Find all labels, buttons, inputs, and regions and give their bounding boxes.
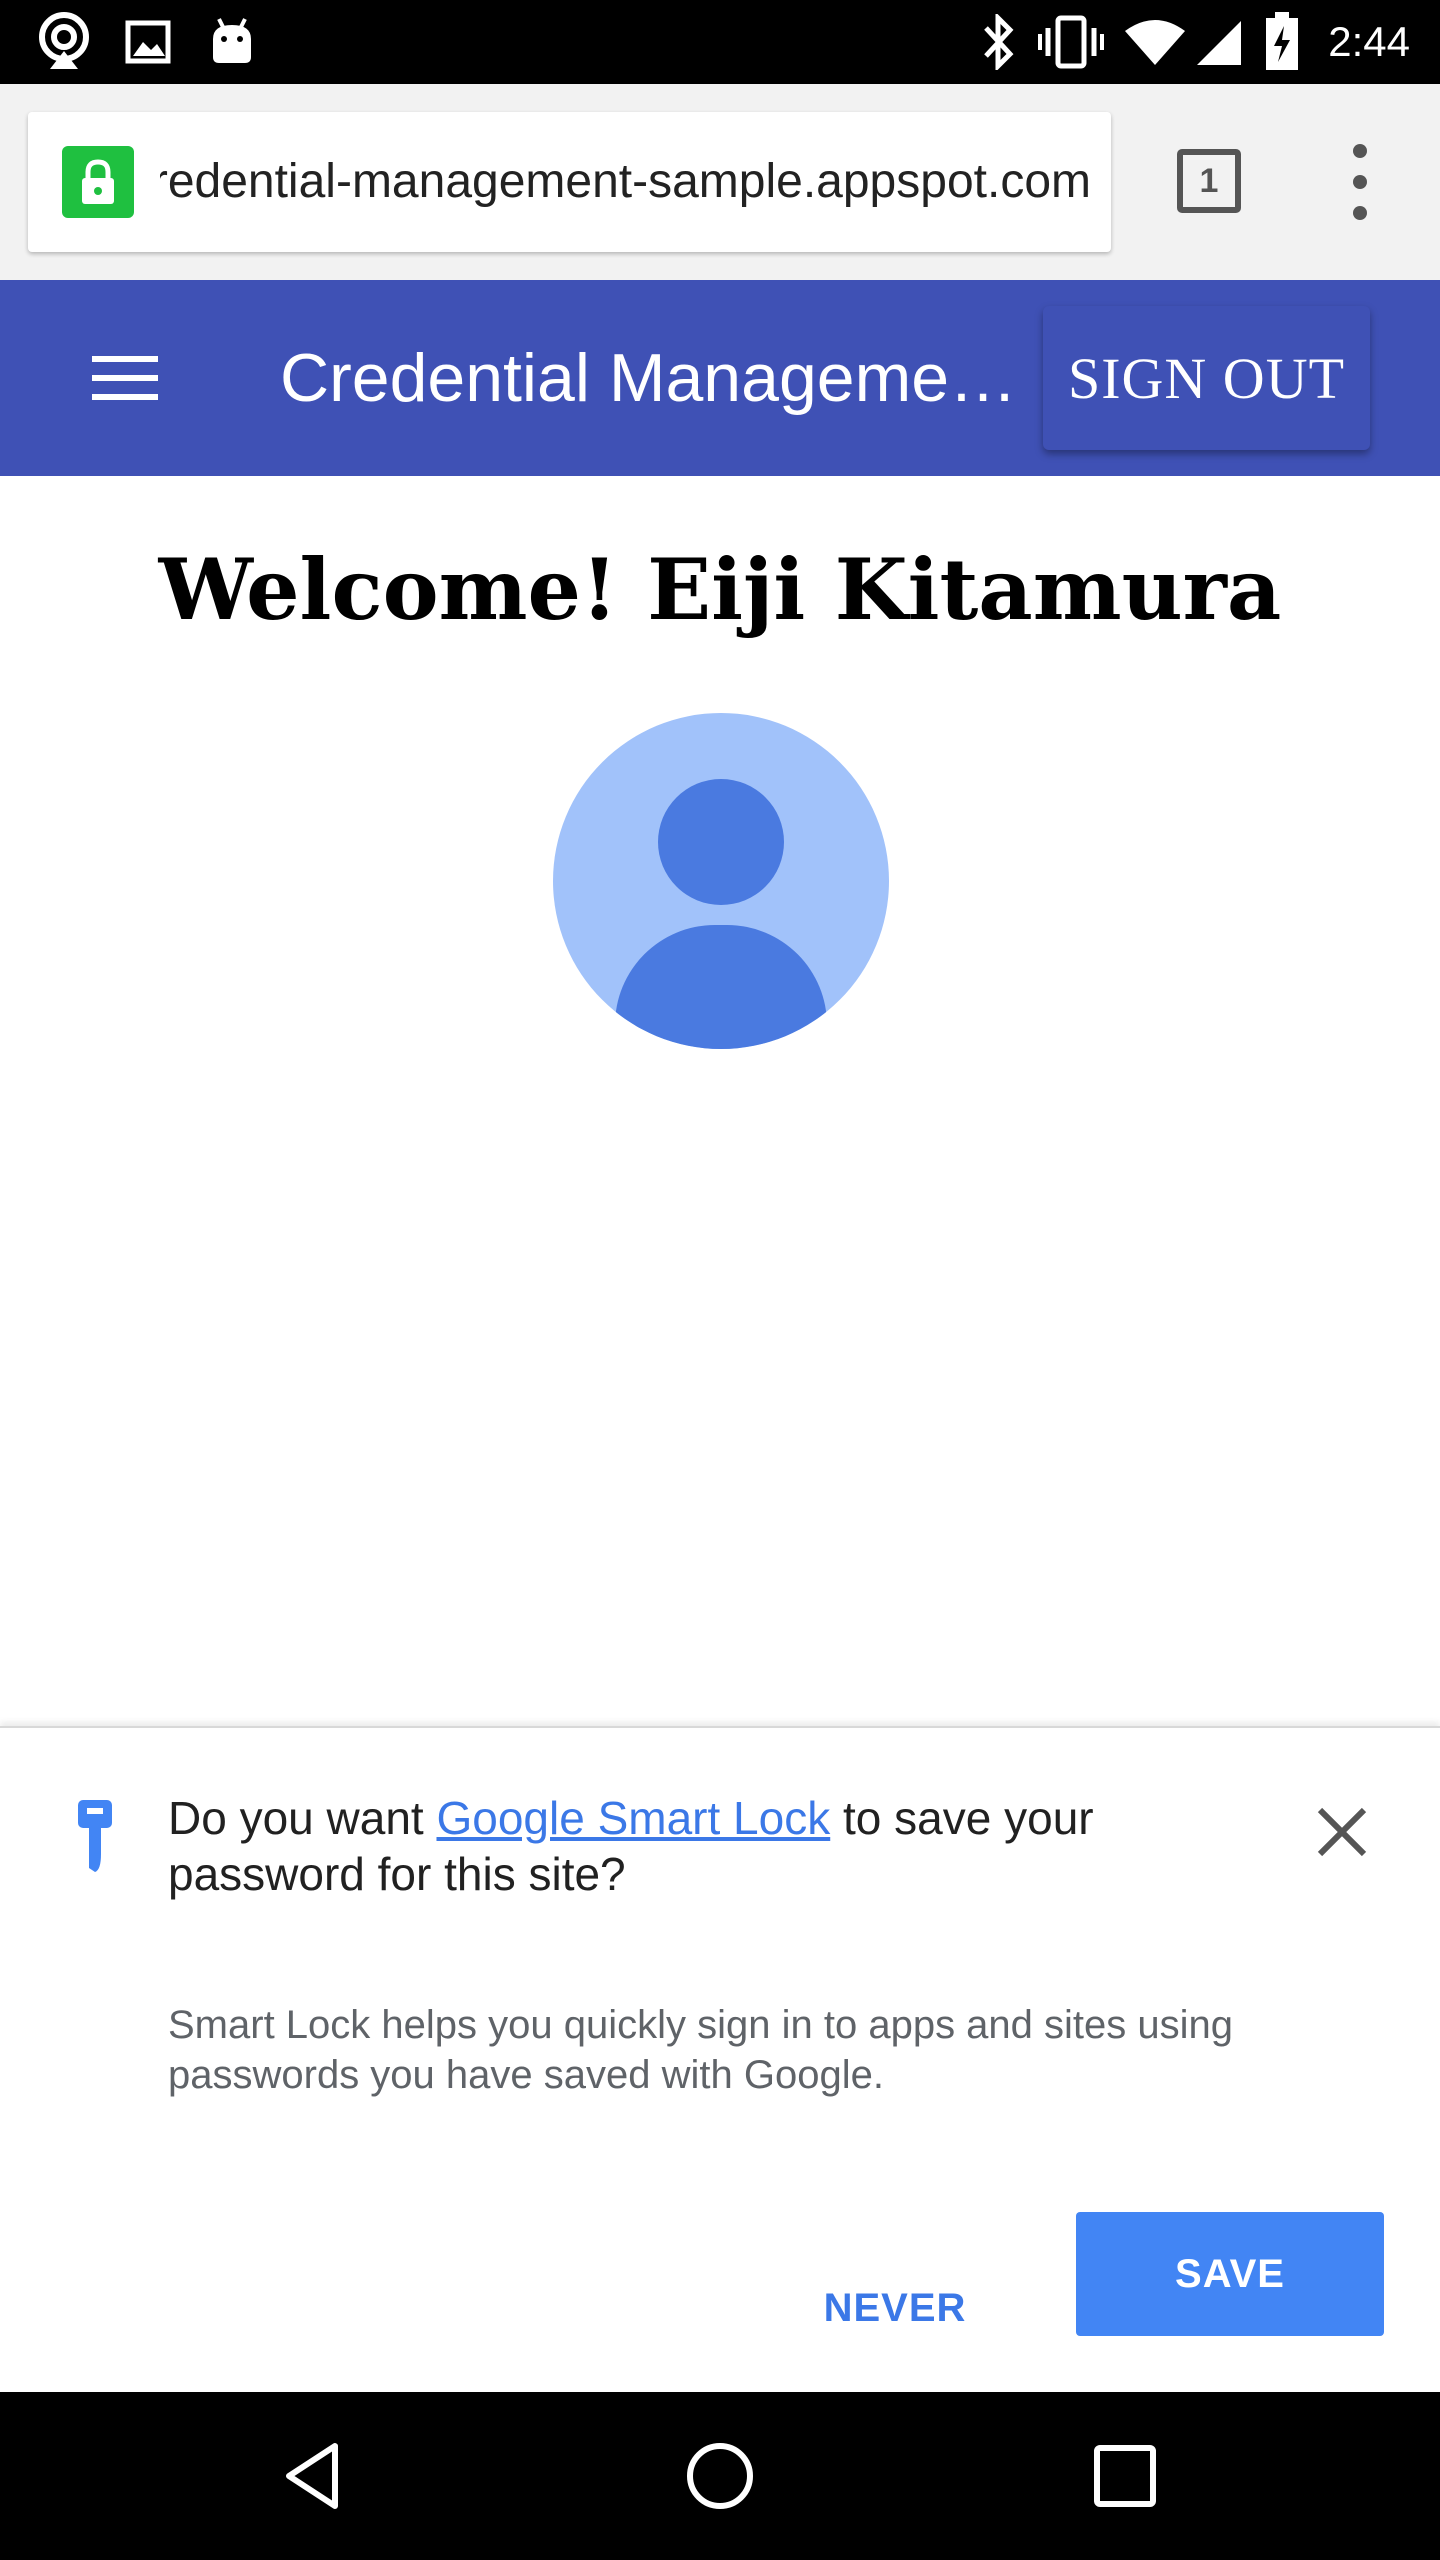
battery-charging-icon	[1262, 10, 1302, 74]
vibrate-icon	[1036, 10, 1106, 74]
avatar-body	[615, 925, 827, 1049]
system-nav-bar	[0, 2392, 1440, 2560]
tab-switcher-button[interactable]: 1	[1177, 149, 1241, 213]
more-options-icon[interactable]	[1330, 144, 1390, 220]
lock-icon[interactable]	[62, 146, 134, 218]
signal-icon	[1194, 10, 1244, 74]
smart-lock-link[interactable]: Google Smart Lock	[436, 1792, 830, 1844]
smart-lock-help-text: Smart Lock helps you quickly sign in to …	[168, 2003, 1234, 2097]
status-bar: 2:44	[0, 0, 1440, 84]
browser-toolbar: credential-management-sample.appspot.com…	[0, 84, 1440, 280]
recents-icon[interactable]	[1085, 2436, 1165, 2516]
welcome-heading: Welcome! Eiji Kitamura	[158, 540, 1282, 639]
back-icon[interactable]	[275, 2436, 355, 2516]
wifi-icon	[1122, 10, 1188, 74]
avatar	[553, 713, 889, 1049]
image-icon	[122, 10, 174, 74]
app-bar: Credential Manageme… SIGN OUT	[0, 280, 1440, 476]
sign-out-button[interactable]: SIGN OUT	[1043, 306, 1370, 450]
hotspot-icon	[34, 10, 94, 74]
tab-count: 1	[1199, 161, 1219, 200]
address-bar[interactable]: credential-management-sample.appspot.com	[28, 112, 1111, 252]
save-password-sheet: Do you want Google Smart Lock to save yo…	[0, 1726, 1440, 2392]
save-button[interactable]: SAVE	[1076, 2212, 1384, 2336]
clock: 2:44	[1328, 18, 1410, 65]
android-icon	[206, 10, 258, 74]
hamburger-menu-icon[interactable]	[92, 356, 158, 400]
bluetooth-icon	[976, 10, 1020, 74]
app-title: Credential Manageme…	[280, 340, 1018, 416]
url-text[interactable]: credential-management-sample.appspot.com	[160, 112, 1091, 252]
never-button[interactable]: NEVER	[800, 2246, 990, 2370]
close-icon[interactable]	[1310, 1800, 1374, 1864]
avatar-head	[658, 779, 784, 905]
home-icon[interactable]	[680, 2436, 760, 2516]
save-password-prompt: Do you want Google Smart Lock to save yo…	[168, 1792, 1094, 1900]
key-icon	[70, 1796, 120, 1876]
